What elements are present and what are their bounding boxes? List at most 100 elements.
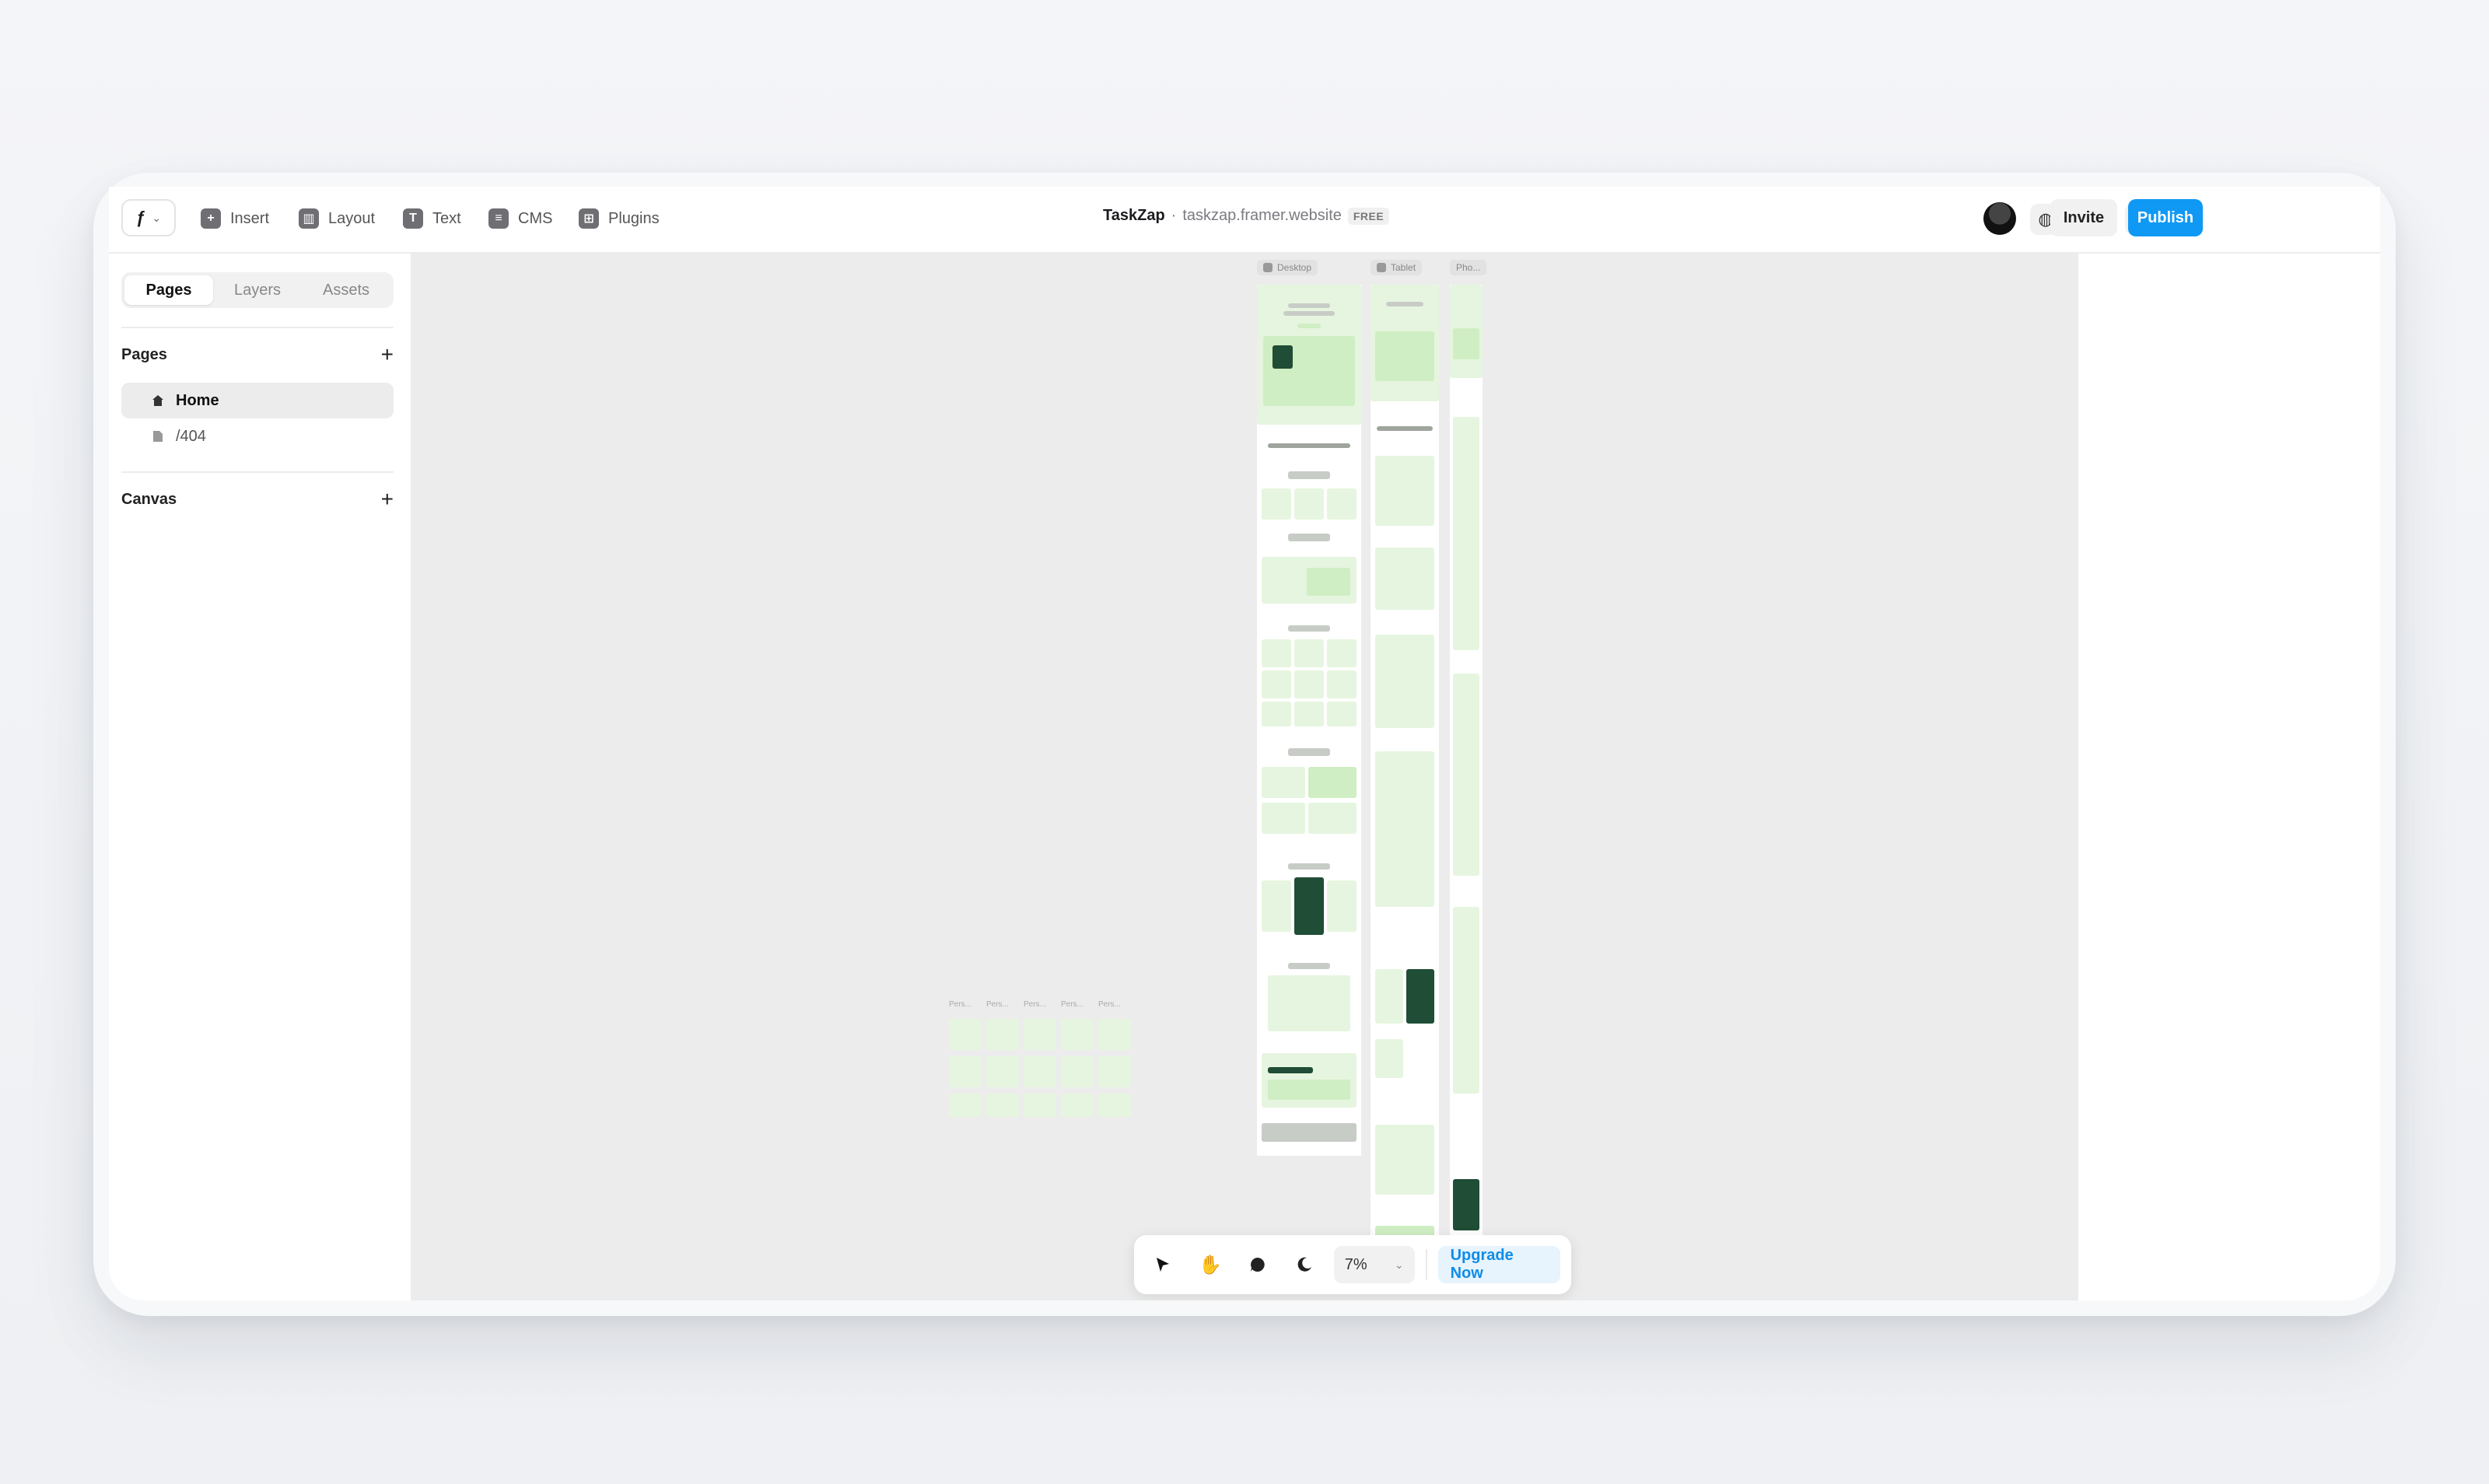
showcase-card — [1308, 803, 1357, 834]
text-label: Text — [432, 209, 461, 227]
frame-label-tablet[interactable]: Tablet — [1371, 260, 1423, 275]
variant-card — [1061, 1094, 1094, 1117]
select-tool-icon[interactable] — [1145, 1246, 1181, 1283]
cms-button[interactable]: ≡ CMS — [488, 208, 552, 229]
feature-card — [1262, 488, 1291, 520]
showcase-card — [1308, 767, 1357, 798]
properties-panel — [2077, 254, 2380, 1300]
variant-label: Pers... — [986, 1000, 1009, 1009]
canvas-section-header: Canvas + — [121, 488, 394, 510]
design-canvas[interactable]: Desktop Tablet Pho... Pers... Pers... Pe… — [412, 254, 2077, 1300]
publish-button[interactable]: Publish — [2128, 199, 2203, 236]
tab-layers[interactable]: Layers — [213, 275, 302, 305]
add-page-icon[interactable]: + — [381, 344, 394, 366]
frame-label-text: Tablet — [1391, 262, 1416, 273]
pricing-card — [1375, 1039, 1403, 1078]
frame-icon — [1263, 263, 1273, 272]
framer-menu-button[interactable]: ƒ ⌄ — [121, 199, 176, 236]
insert-button[interactable]: + Insert — [201, 208, 269, 229]
project-title[interactable]: TaskZap · taskzap.framer.website FREE — [1103, 207, 1390, 225]
divider — [121, 327, 394, 328]
hero-image — [1375, 331, 1434, 381]
logo-strip — [1377, 426, 1433, 431]
add-canvas-icon[interactable]: + — [381, 488, 394, 510]
feature-card — [1294, 488, 1324, 520]
invite-button[interactable]: Invite — [2050, 199, 2117, 236]
insert-label: Insert — [230, 209, 270, 227]
canvas-toolbar: ✋ 7% ⌄ Upgrade Now — [1134, 1235, 1571, 1294]
desktop-frame[interactable] — [1257, 285, 1361, 1156]
dark-mode-icon[interactable] — [1287, 1246, 1323, 1283]
variant-card — [949, 1056, 982, 1087]
grid-card — [1327, 702, 1357, 726]
hand-tool-icon[interactable]: ✋ — [1192, 1246, 1229, 1283]
showcase-section — [1375, 751, 1434, 907]
showcase-stack — [1453, 907, 1479, 1094]
comment-tool-icon[interactable] — [1239, 1246, 1276, 1283]
frame-icon — [1377, 263, 1386, 272]
faq-heading — [1288, 963, 1330, 969]
grid-card — [1327, 670, 1357, 698]
frame-label-text: Pho... — [1456, 262, 1481, 273]
grid-stack — [1453, 674, 1479, 876]
grid-card — [1262, 639, 1291, 667]
title-separator: · — [1171, 207, 1177, 224]
pricing-card — [1262, 880, 1291, 932]
text-button[interactable]: T Text — [403, 208, 461, 229]
pricing-card-featured — [1453, 1179, 1479, 1230]
pages-section-header: Pages + — [121, 344, 394, 366]
variant-card — [1061, 1056, 1094, 1087]
layout-label: Layout — [328, 209, 376, 227]
top-toolbar: ƒ ⌄ + Insert ▥ Layout T Text ≡ CMS ⊞ Plu… — [109, 187, 2380, 254]
hero-cta — [1297, 324, 1321, 328]
project-name: TaskZap — [1103, 207, 1165, 224]
plugins-label: Plugins — [608, 209, 660, 227]
section-heading — [1288, 471, 1330, 479]
variant-card — [1098, 1094, 1131, 1117]
hero-heading — [1386, 302, 1423, 306]
frame-label-desktop[interactable]: Desktop — [1257, 260, 1318, 275]
variant-card — [1024, 1056, 1056, 1087]
tablet-frame[interactable] — [1371, 285, 1439, 1272]
sidebar-tabs: Pages Layers Assets — [121, 272, 394, 308]
cta-image — [1268, 1080, 1350, 1100]
cms-label: CMS — [518, 209, 553, 227]
layout-button[interactable]: ▥ Layout — [299, 208, 375, 229]
variant-card — [1061, 1019, 1094, 1050]
variant-card — [986, 1094, 1019, 1117]
zoom-select[interactable]: 7% ⌄ — [1333, 1246, 1415, 1283]
page-label: /404 — [176, 427, 206, 445]
text-icon: T — [403, 208, 423, 229]
variant-card — [1024, 1094, 1056, 1117]
framer-window: ƒ ⌄ + Insert ▥ Layout T Text ≡ CMS ⊞ Plu… — [109, 187, 2380, 1300]
grid-card — [1294, 639, 1324, 667]
grid-card — [1327, 639, 1357, 667]
variant-card — [1024, 1019, 1056, 1050]
user-avatar[interactable] — [1983, 202, 2016, 235]
page-item-home[interactable]: Home — [121, 383, 394, 418]
plugins-button[interactable]: ⊞ Plugins — [579, 208, 660, 229]
showcase-card — [1262, 803, 1305, 834]
feature-stack — [1453, 417, 1479, 650]
variant-card — [949, 1019, 982, 1050]
upgrade-now-button[interactable]: Upgrade Now — [1437, 1246, 1560, 1283]
feature-card — [1327, 488, 1357, 520]
frame-label-phone[interactable]: Pho... — [1450, 260, 1487, 275]
divider — [121, 471, 394, 473]
cta-heading — [1268, 1067, 1313, 1073]
page-item-404[interactable]: /404 — [121, 418, 394, 454]
tab-pages[interactable]: Pages — [124, 275, 213, 305]
variant-card — [986, 1056, 1019, 1087]
hero-heading — [1288, 303, 1330, 308]
phone-frame[interactable] — [1450, 285, 1483, 1272]
hero-image — [1453, 328, 1479, 359]
variant-card — [1098, 1056, 1131, 1087]
grid-card — [1294, 702, 1324, 726]
feature-block — [1375, 548, 1434, 610]
pricing-card — [1375, 969, 1403, 1024]
home-icon — [151, 394, 165, 408]
tab-assets[interactable]: Assets — [302, 275, 390, 305]
variant-card — [986, 1019, 1019, 1050]
section-heading — [1288, 748, 1330, 756]
section-heading — [1288, 534, 1330, 541]
